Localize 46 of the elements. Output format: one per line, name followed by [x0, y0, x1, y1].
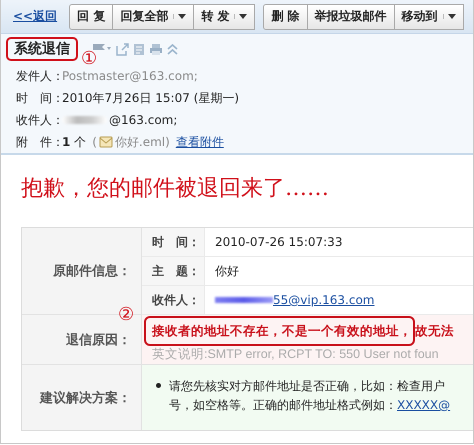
view-attachment-link[interactable]: 查看附件: [176, 134, 224, 150]
bounce-reason-rest: 故无法: [415, 323, 454, 339]
suggestion-text: 号，如空格等。正确的邮件地址格式例如：: [169, 398, 397, 412]
redaction-mark: [215, 297, 273, 303]
detail-label: 收件人：: [142, 286, 205, 315]
annotation-marker: ①: [81, 47, 97, 69]
attachment-count: 1 个: [62, 134, 86, 150]
example-link[interactable]: XXXXX@: [397, 398, 450, 412]
flag-icon[interactable]: [92, 42, 112, 52]
back-link[interactable]: <<返回: [13, 8, 58, 25]
field-value: 2010年7月26日 15:07 (星期一): [62, 90, 240, 106]
popout-icon[interactable]: [116, 42, 129, 56]
caret-icon: [239, 14, 248, 19]
bounce-reason: 接收者的地址不存在，不是一个有效的地址，: [144, 316, 415, 346]
recipient-address: @163.com;: [109, 113, 178, 127]
suggestion-text: 请您先核实对方邮件地址是否正确，比如：检查用户: [169, 379, 445, 393]
toolbar-button[interactable]: 移动到: [394, 4, 464, 30]
print-icon[interactable]: [149, 42, 163, 56]
field-label: 收件人：: [16, 112, 62, 128]
caret-icon: [448, 14, 456, 19]
field-label: 附 件：: [16, 134, 62, 150]
field-label: 发件人：: [16, 68, 62, 84]
caret-icon: [178, 14, 186, 19]
envelope-icon: [98, 136, 113, 148]
bullet-icon: [156, 383, 161, 388]
detail-value: 2010-07-26 15:07:33: [215, 235, 342, 249]
toolbar-button[interactable]: 举报垃圾邮件: [308, 4, 395, 30]
sender-address: Postmaster@163.com;: [62, 69, 198, 83]
row-label: 建议解决方案：: [22, 365, 142, 430]
field-label: 时 间：: [16, 90, 62, 106]
attachment-file: 你好.eml): [114, 134, 170, 150]
mail-subject: 系统退信: [6, 37, 78, 61]
redaction-mark: [62, 116, 107, 124]
recipient-link[interactable]: 55@vip.163.com: [273, 293, 374, 307]
toolbar-button[interactable]: 回 复: [69, 4, 114, 30]
toolbar-button[interactable]: 转 发: [194, 4, 256, 30]
detail-value: 你好: [215, 262, 239, 280]
note-icon[interactable]: [133, 42, 145, 56]
toolbar-button[interactable]: 删 除: [263, 4, 308, 30]
collapse-icon[interactable]: [167, 42, 178, 54]
toolbar-button[interactable]: 回复全部: [113, 4, 194, 30]
bounce-headline: 抱歉，您的邮件被退回来了……: [20, 175, 330, 203]
detail-label: 主 题：: [142, 257, 205, 286]
detail-label: 时 间：: [142, 228, 205, 257]
english-note: 英文说明:SMTP error, RCPT TO: 550 User not foun: [152, 346, 440, 363]
open-paren: (: [92, 135, 97, 149]
